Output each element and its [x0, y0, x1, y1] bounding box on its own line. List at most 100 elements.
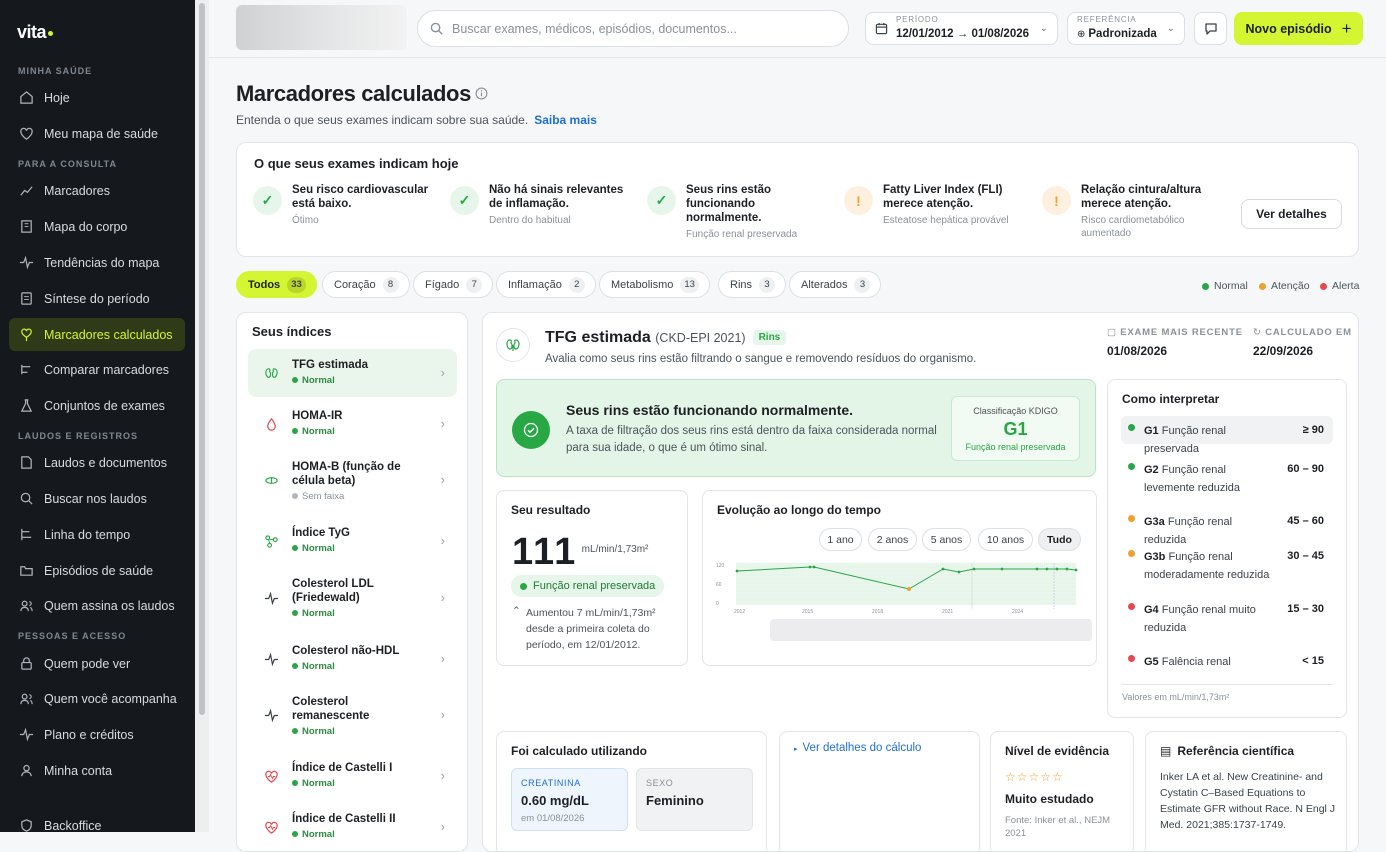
calc-details-link[interactable]: ▸Ver detalhes do cálculo — [794, 742, 921, 754]
range-button[interactable]: 5 anos — [922, 528, 971, 551]
summary-item-sub: Risco cardiometabólico aumentado — [1081, 214, 1219, 240]
sidebar-item-hoje[interactable]: Hoje — [9, 81, 185, 114]
sidebar-item-buscar-nos-laudos[interactable]: Buscar nos laudos — [9, 482, 185, 515]
compare-icon — [19, 362, 34, 377]
chart-point[interactable] — [1056, 568, 1059, 571]
creatinine-field[interactable]: CREATININA 0.60 mg/dL em 01/08/2026 — [511, 768, 628, 831]
search-input[interactable]: Buscar exames, médicos, episódios, docum… — [417, 10, 849, 47]
globe-icon: ⊕ — [1077, 29, 1085, 40]
period-value: 12/01/2012 → 01/08/2026 — [896, 28, 1029, 40]
sidebar-item-minha-conta[interactable]: Minha conta — [9, 754, 185, 787]
filter-chip-todos[interactable]: Todos33 — [236, 271, 317, 298]
sidebar-item-linha-do-tempo[interactable]: Linha do tempo — [9, 518, 185, 551]
plus-icon: + — [1342, 19, 1352, 39]
chart-point[interactable] — [907, 587, 911, 591]
range-button[interactable]: 1 ano — [819, 528, 862, 551]
calc-label-text: CALCULADO EM — [1265, 327, 1352, 338]
chart-point[interactable] — [1066, 568, 1069, 571]
sidebar-item-label: Marcadores — [44, 184, 110, 198]
user-icon — [19, 763, 34, 778]
index-list-item[interactable]: Colesterol não-HDL Normal › — [248, 635, 457, 683]
chart-point[interactable] — [1046, 568, 1049, 571]
chart-point[interactable] — [809, 566, 812, 569]
chip-label: Rins — [730, 279, 752, 291]
reference-selector[interactable]: REFERÊNCIA⊕Padronizada ⌄ — [1067, 12, 1185, 45]
index-status-text: Sem faixa — [302, 491, 344, 502]
timeline-scrubber[interactable] — [770, 619, 1092, 641]
sidebar-scrollbar[interactable] — [195, 0, 209, 832]
brand-logo[interactable]: vita — [17, 22, 53, 43]
filter-chip-metabolismo[interactable]: Metabolismo13 — [599, 271, 710, 298]
chart-point[interactable] — [958, 571, 961, 574]
index-list-item[interactable]: HOMA-B (função de célula beta) Sem faixa… — [248, 451, 457, 509]
sidebar-item-episodios-de-saude[interactable]: Episódios de saúde — [9, 554, 185, 587]
sidebar-item-label: Marcadores calculados — [44, 328, 173, 342]
sidebar-item-tendencias-do-mapa[interactable]: Tendências do mapa — [9, 246, 185, 279]
indices-panel: Seus índices TFG estimada Normal › HOMA-… — [236, 312, 468, 852]
interpretation-row: G2 Função renal levemente reduzida 60 – … — [1121, 458, 1333, 498]
sidebar-section-label: PESSOAS E ACESSO — [18, 631, 126, 641]
learn-more-link[interactable]: Saiba mais — [534, 113, 597, 127]
index-list-item[interactable]: Colesterol LDL (Friedewald) Normal › — [248, 568, 457, 628]
chart-point[interactable] — [736, 570, 739, 573]
sidebar-item-quem-voce-acompanha[interactable]: Quem você acompanha — [9, 682, 185, 715]
info-icon[interactable] — [475, 87, 488, 100]
summary-item-title: Não há sinais relevantes de inflamação. — [489, 183, 627, 211]
summary-item[interactable]: ✓Seu risco cardiovascular está baixo.Óti… — [253, 183, 438, 227]
filter-chip-alterados[interactable]: Alterados3 — [789, 271, 881, 298]
sidebar-item-laudos-e-documentos[interactable]: Laudos e documentos — [9, 446, 185, 479]
chart-point[interactable] — [1036, 568, 1039, 571]
status-dot — [292, 545, 298, 551]
chart-point[interactable] — [813, 566, 816, 569]
sidebar-item-meu-mapa-de-saude[interactable]: Meu mapa de saúde — [9, 117, 185, 150]
summary-item[interactable]: !Relação cintura/altura merece atenção.R… — [1042, 183, 1227, 240]
sidebar-item-plano-e-creditos[interactable]: Plano e créditos — [9, 718, 185, 751]
index-list-item[interactable]: Índice TyG Normal › — [248, 517, 457, 565]
detail-name: TFG estimada — [545, 329, 651, 346]
index-list-item[interactable]: Índice de Castelli I Normal › — [248, 752, 457, 800]
index-status-text: Normal — [302, 375, 335, 386]
home-icon — [19, 90, 34, 105]
period-selector[interactable]: PERÍODO12/01/2012 → 01/08/2026 ⌄ — [865, 12, 1058, 45]
summary-item[interactable]: ✓Seus rins estão funcionando normalmente… — [647, 183, 832, 241]
view-details-button[interactable]: Ver detalhes — [1241, 199, 1342, 229]
scrollbar-thumb[interactable] — [199, 3, 205, 715]
profile-banner[interactable] — [236, 5, 407, 50]
new-episode-button[interactable]: Novo episódio+ — [1234, 12, 1363, 45]
range-button[interactable]: 2 anos — [868, 528, 917, 551]
chart-point[interactable] — [1075, 569, 1078, 572]
index-list-item[interactable]: Colesterol remanescente Normal › — [248, 686, 457, 744]
summary-item[interactable]: ✓Não há sinais relevantes de inflamação.… — [450, 183, 635, 227]
index-list-item[interactable]: Índice de Castelli II Normal › — [248, 803, 457, 851]
drop-icon — [264, 417, 278, 431]
x-tick: 2024 — [1012, 609, 1023, 615]
chart-point[interactable] — [942, 568, 945, 571]
sidebar-item-sintese-do-periodo[interactable]: Síntese do período — [9, 282, 185, 315]
filter-chip-inflamacao[interactable]: Inflamação2 — [496, 271, 596, 298]
summary-item[interactable]: !Fatty Liver Index (FLI) merece atenção.… — [844, 183, 1029, 227]
index-list-item[interactable]: TFG estimada Normal › — [248, 349, 457, 397]
filter-chip-figado[interactable]: Fígado7 — [413, 271, 493, 298]
status-dot — [1128, 463, 1135, 470]
evidence-value: Muito estudado — [1005, 792, 1094, 806]
filter-chip-coracao[interactable]: Coração8 — [322, 271, 410, 298]
status-dot — [1128, 550, 1135, 557]
sidebar-item-quem-pode-ver[interactable]: Quem pode ver — [9, 647, 185, 680]
index-status: Normal — [292, 375, 335, 386]
chart-point[interactable] — [973, 568, 976, 571]
sidebar-item-quem-assina-os-laudos[interactable]: Quem assina os laudos — [9, 589, 185, 622]
sidebar-item-backoffice[interactable]: Backoffice — [9, 809, 185, 832]
sidebar-item-conjuntos-de-exames[interactable]: Conjuntos de exames — [9, 389, 185, 422]
index-list-item[interactable]: HOMA-IR Normal › — [248, 400, 457, 448]
subtitle-text: Entenda o que seus exames indicam sobre … — [236, 113, 528, 127]
range-button[interactable]: Tudo — [1038, 528, 1081, 551]
sidebar-item-mapa-do-corpo[interactable]: Mapa do corpo — [9, 210, 185, 243]
sidebar-item-comparar-marcadores[interactable]: Comparar marcadores — [9, 353, 185, 386]
messages-button[interactable] — [1194, 12, 1227, 45]
chart-point[interactable] — [1001, 568, 1004, 571]
sidebar-item-marcadores[interactable]: Marcadores — [9, 174, 185, 207]
filter-chip-rins[interactable]: Rins3 — [718, 271, 786, 298]
sidebar-item-marcadores-calculados[interactable]: Marcadores calculados — [9, 318, 185, 351]
range-button[interactable]: 10 anos — [978, 528, 1033, 551]
summary-item-sub: Dentro do habitual — [489, 214, 627, 227]
